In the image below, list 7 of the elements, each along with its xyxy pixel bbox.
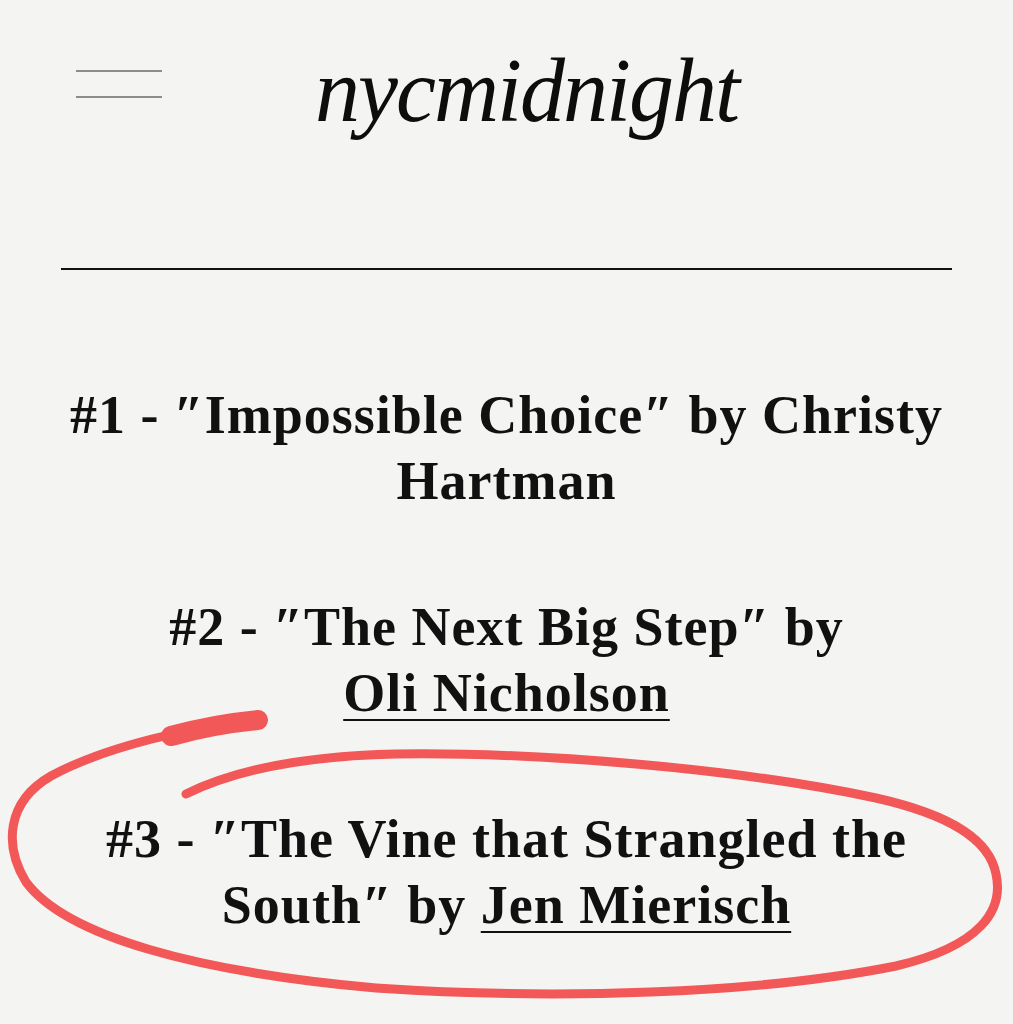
author-link[interactable]: Oli Nicholson (343, 663, 670, 723)
menu-icon (76, 69, 162, 99)
author-link[interactable]: Jen Mierisch (480, 875, 792, 935)
entry-heading: #2 - ″The Next Big Step″ by Oli Nicholson (168, 596, 845, 725)
entry-heading: #1 - ″Impossible Choice″ by Christy Hartman (68, 384, 945, 513)
menu-button[interactable] (76, 69, 162, 99)
entry-heading: #3 - ″The Vine that Strangled the South″ by Jen Mierisch (105, 808, 908, 937)
